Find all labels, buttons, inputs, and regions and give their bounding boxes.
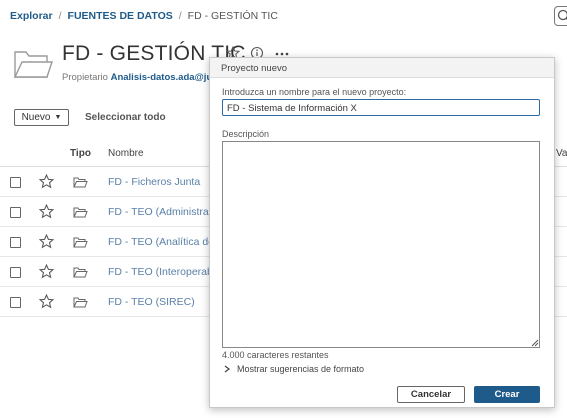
column-header-value[interactable]: Val <box>556 148 567 159</box>
breadcrumb-explore[interactable]: Explorar <box>10 10 53 22</box>
breadcrumb-current: FD - GESTIÓN TIC <box>187 10 278 22</box>
column-header-name[interactable]: Nombre <box>108 148 144 159</box>
row-checkbox[interactable] <box>10 267 21 278</box>
star-icon[interactable] <box>39 264 54 279</box>
caret-down-icon: ▼ <box>54 114 62 121</box>
star-icon[interactable] <box>39 234 54 249</box>
description-textarea[interactable] <box>222 141 540 348</box>
create-button[interactable]: Crear <box>474 386 540 403</box>
star-icon[interactable] <box>39 174 54 189</box>
folder-icon <box>73 177 88 188</box>
row-checkbox[interactable] <box>10 297 21 308</box>
new-project-dialog: Proyecto nuevo Introduzca un nombre para… <box>209 57 555 408</box>
breadcrumb: Explorar / FUENTES DE DATOS / FD - GESTI… <box>10 10 278 22</box>
folder-icon <box>73 297 88 308</box>
folder-icon <box>73 267 88 278</box>
chars-remaining: 4.000 caracteres restantes <box>222 350 329 360</box>
breadcrumb-separator: / <box>58 10 62 22</box>
folder-icon <box>73 207 88 218</box>
cancel-button[interactable]: Cancelar <box>397 386 465 403</box>
row-checkbox[interactable] <box>10 177 21 188</box>
folder-icon <box>13 46 53 85</box>
new-button-label: Nuevo <box>21 112 51 123</box>
star-icon[interactable] <box>39 204 54 219</box>
owner-info: Propietario Analisis-datos.ada@junta <box>62 72 227 83</box>
row-checkbox[interactable] <box>10 237 21 248</box>
project-name-input[interactable] <box>222 99 540 116</box>
description-label: Descripción <box>222 129 270 139</box>
owner-label: Propietario <box>62 72 108 83</box>
search-button[interactable] <box>554 6 567 26</box>
resize-handle-icon[interactable] <box>531 339 539 347</box>
new-button[interactable]: Nuevo ▼ <box>14 109 69 126</box>
row-name-link[interactable]: FD - TEO (Interoperabil <box>108 266 218 278</box>
format-suggestions-label: Mostrar sugerencias de formato <box>237 364 365 374</box>
row-name-link[interactable]: FD - TEO (Administracc <box>108 206 219 218</box>
search-icon <box>557 9 567 21</box>
column-header-type[interactable]: Tipo <box>70 148 91 159</box>
row-name-link[interactable]: FD - Ficheros Junta <box>108 176 200 188</box>
row-name-link[interactable]: FD - TEO (Analítica de D <box>108 236 225 248</box>
breadcrumb-separator: / <box>178 10 182 22</box>
select-all-button[interactable]: Seleccionar todo <box>85 112 166 123</box>
project-name-label: Introduzca un nombre para el nuevo proye… <box>222 87 407 97</box>
format-suggestions-toggle[interactable]: Mostrar sugerencias de formato <box>224 364 364 374</box>
row-checkbox[interactable] <box>10 207 21 218</box>
row-name-link[interactable]: FD - TEO (SIREC) <box>108 296 195 308</box>
chevron-right-icon <box>224 365 230 373</box>
breadcrumb-data-sources[interactable]: FUENTES DE DATOS <box>68 10 173 22</box>
folder-icon <box>73 237 88 248</box>
star-icon[interactable] <box>39 294 54 309</box>
dialog-title: Proyecto nuevo <box>210 58 554 78</box>
